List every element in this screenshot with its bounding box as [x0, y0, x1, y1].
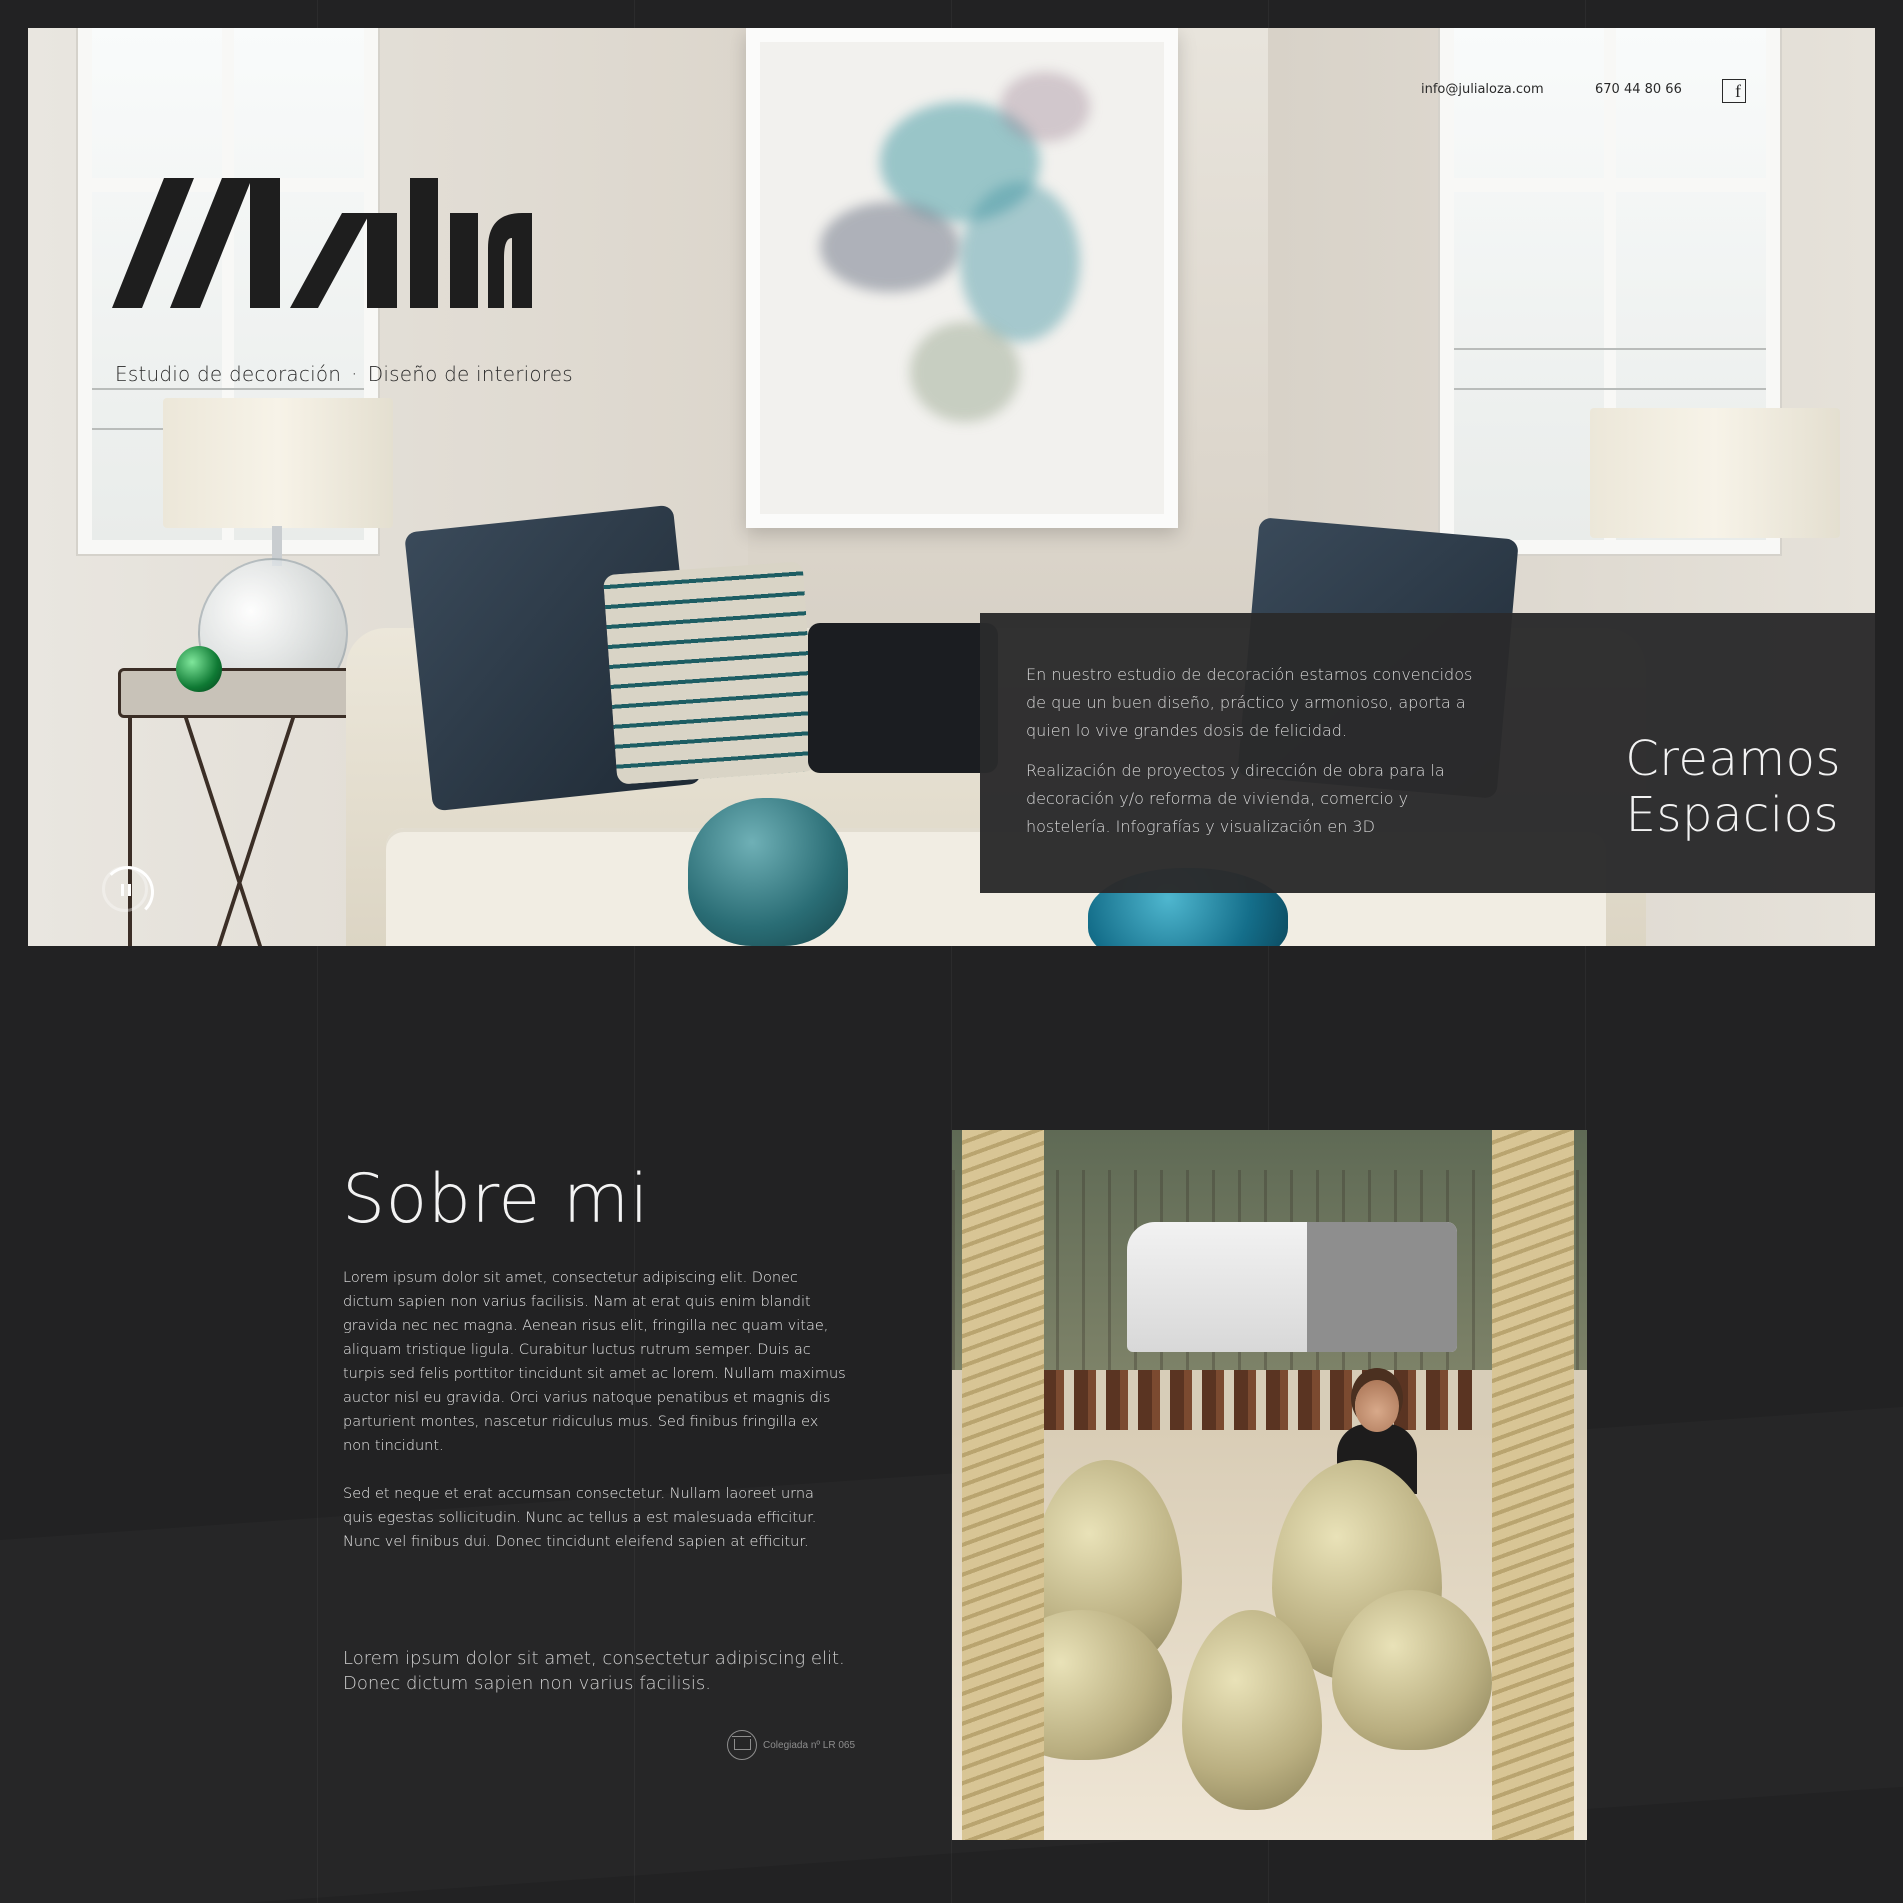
hero-tagline: Creamos Espacios [1625, 731, 1841, 843]
hero-paragraph: Realización de proyectos y dirección de … [1026, 761, 1445, 836]
hero-paragraph: En nuestro estudio de decoración estamos… [1026, 665, 1473, 740]
glass-orb [176, 646, 222, 692]
lamp-shade [163, 398, 393, 528]
about-photo [952, 1130, 1587, 1840]
pillow [602, 561, 818, 785]
vase [688, 798, 848, 946]
tagline-line: Espacios [1625, 787, 1839, 843]
photo-van [1127, 1222, 1457, 1352]
side-table-legs [128, 718, 358, 946]
about-body: Lorem ipsum dolor sit amet, consectetur … [343, 1266, 848, 1554]
colegiada-badge: Colegiada nº LR 065 [727, 1730, 855, 1760]
side-table [118, 668, 368, 718]
about-quote: Lorem ipsum dolor sit amet, consectetur … [343, 1648, 845, 1694]
tagline-line: Creamos [1625, 731, 1841, 787]
about-title: Sobre mi [342, 1160, 649, 1239]
photo-rope [1492, 1130, 1574, 1840]
wall-art [746, 28, 1178, 528]
logo[interactable] [112, 178, 532, 338]
colegiada-text: Colegiada nº LR 065 [763, 1739, 856, 1751]
hero-info-box: En nuestro estudio de decoración estamos… [980, 613, 1875, 893]
subtitle-left: Estudio de decoración [115, 362, 342, 386]
page: En nuestro estudio de decoración estamos… [0, 0, 1903, 1903]
pause-icon [121, 884, 131, 896]
lamp-shade [1590, 408, 1840, 538]
colegiada-seal-icon [727, 1730, 757, 1760]
email-link[interactable]: info@julialoza.com [1421, 82, 1544, 97]
phone-link[interactable]: 670 44 80 66 [1595, 82, 1682, 97]
subtitle-right: Diseño de interiores [367, 362, 573, 386]
brand-subtitle: Estudio de decoración · Diseño de interior… [115, 362, 573, 386]
photo-rope [962, 1130, 1044, 1840]
subtitle-separator: · [351, 362, 358, 386]
about-paragraph: Lorem ipsum dolor sit amet, consectetur … [343, 1270, 846, 1454]
facebook-icon[interactable]: f [1722, 79, 1746, 103]
about-paragraph: Sed et neque et erat accumsan consectetu… [343, 1486, 817, 1550]
slider-pause-button[interactable] [102, 866, 154, 918]
hero-slider: En nuestro estudio de decoración estamos… [28, 28, 1875, 946]
pillow [808, 623, 998, 773]
